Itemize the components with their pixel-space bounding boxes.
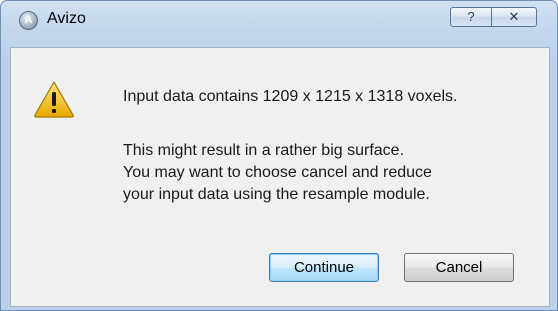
close-button[interactable]: ✕ — [491, 7, 537, 27]
message-line: You may want to choose cancel and reduce — [123, 164, 432, 181]
message-line: your input data using the resample modul… — [123, 186, 430, 203]
dialog-window: A Avizo ? ✕ Input data contains 1209 x 1… — [0, 0, 558, 311]
warning-icon — [34, 81, 74, 118]
message-paragraph: This might result in a rather big surfac… — [123, 140, 432, 206]
title-bar[interactable]: A Avizo ? ✕ — [1, 1, 557, 47]
message-line: This might result in a rather big surfac… — [123, 142, 405, 159]
message-voxel-count: Input data contains 1209 x 1215 x 1318 v… — [123, 88, 458, 105]
cancel-button[interactable]: Cancel — [404, 253, 514, 282]
question-mark-icon: ? — [467, 9, 475, 24]
continue-button[interactable]: Continue — [269, 253, 379, 282]
close-icon: ✕ — [508, 9, 520, 24]
window-title: Avizo — [47, 10, 86, 27]
avizo-app-icon: A — [19, 11, 38, 30]
dialog-content: Input data contains 1209 x 1215 x 1318 v… — [10, 47, 550, 307]
help-button[interactable]: ? — [450, 7, 492, 27]
